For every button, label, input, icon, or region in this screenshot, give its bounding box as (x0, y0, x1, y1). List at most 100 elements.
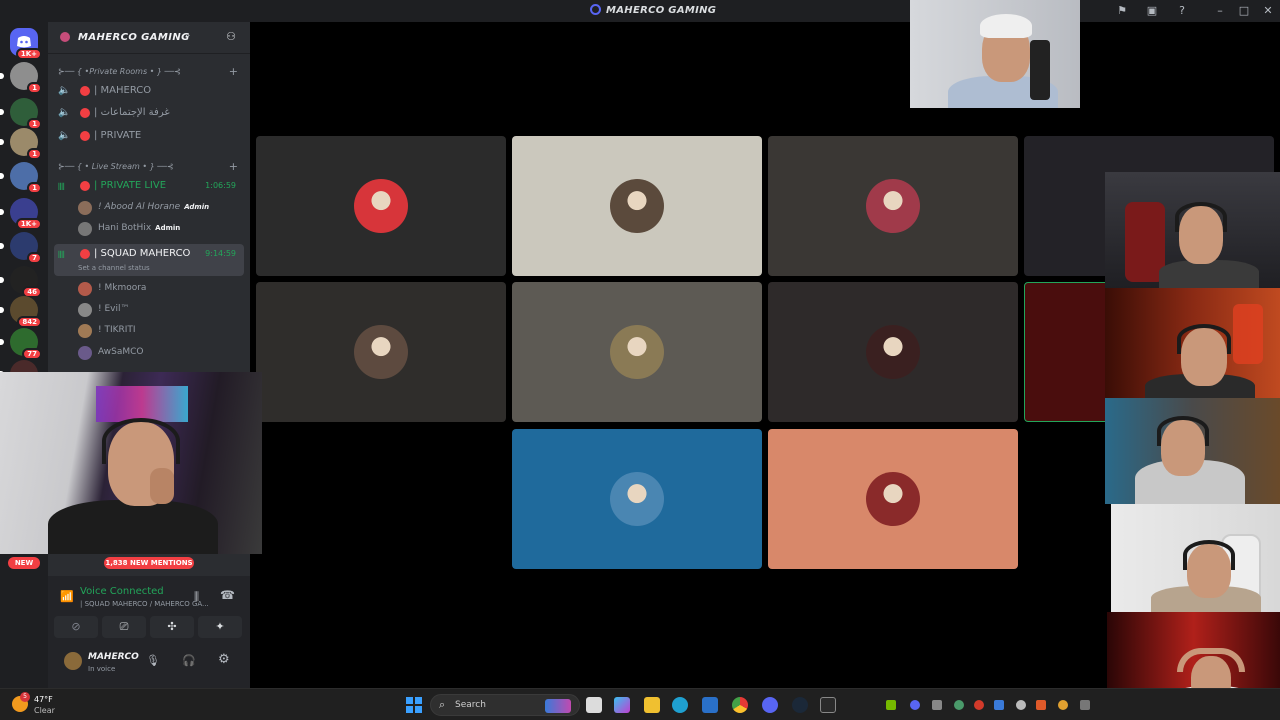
server-icon[interactable]: 1 (0, 162, 42, 194)
voice-channel-private-live[interactable]: 𝍬 | PRIVATE LIVE 1:06:59 (54, 176, 244, 196)
file-explorer-icon[interactable] (644, 697, 660, 713)
disconnect-icon[interactable]: ☎ (220, 588, 235, 602)
weather-temperature[interactable]: 47°F (34, 695, 53, 704)
participant-tile[interactable] (256, 282, 506, 422)
participant-tile[interactable] (256, 136, 506, 276)
unread-indicator (0, 109, 4, 115)
participant-tile[interactable] (768, 429, 1018, 569)
tray-icon[interactable] (1036, 700, 1046, 710)
tray-icon[interactable] (932, 700, 942, 710)
camera-button[interactable]: ⊘ (54, 616, 98, 638)
user-name: Hani BotHix (98, 223, 152, 233)
channel-status-input[interactable]: Set a channel status (78, 264, 150, 272)
server-icon[interactable]: 1 (0, 98, 42, 130)
mention-badge: 77 (22, 348, 42, 360)
tray-icon[interactable] (974, 700, 984, 710)
screen-icon[interactable]: ▣ (1144, 3, 1160, 19)
server-icon[interactable]: 1K+ (0, 198, 42, 230)
weather-condition[interactable]: Clear (34, 706, 55, 715)
server-icon[interactable]: 46 (0, 266, 42, 298)
task-view-icon[interactable] (586, 697, 602, 713)
tray-icon[interactable] (1058, 700, 1068, 710)
voice-user[interactable]: AwSaMCO (78, 344, 238, 362)
create-channel-icon[interactable]: + (229, 65, 238, 78)
participant-avatar (866, 472, 920, 526)
chrome-icon[interactable] (732, 697, 748, 713)
webcam-top (910, 0, 1080, 108)
weather-badge: 5 (20, 692, 30, 702)
participant-tile[interactable] (512, 136, 762, 276)
speaker-active-icon: 𝍬 (58, 250, 65, 261)
voice-channel-private[interactable]: 🔈 | PRIVATE (54, 126, 244, 146)
new-indicator[interactable]: NEW (8, 557, 40, 569)
server-rail: 1K+ 1 1 1 1 1K+ 7 46 842 77 (0, 22, 48, 688)
server-icon[interactable]: 77 (0, 328, 42, 360)
server-header[interactable]: MAHERCO GAMING ⌄ ⚇ (48, 22, 250, 54)
server-icon[interactable]: 1 (0, 62, 42, 94)
bluetooth-icon[interactable] (994, 700, 1004, 710)
participant-tile[interactable] (768, 136, 1018, 276)
user-name: ! Evil™ (98, 304, 130, 314)
new-mentions-pill[interactable]: 1,838 NEW MENTIONS (104, 557, 194, 569)
voice-channel-path[interactable]: | SQUAD MAHERCO / MAHERCO GA... (80, 600, 209, 608)
server-icon[interactable]: 842 (0, 296, 42, 328)
taskbar-search-input[interactable]: ⌕ Search (430, 694, 580, 716)
headphones-icon[interactable]: 🎧 (182, 654, 196, 667)
voice-channel-meetings[interactable]: 🔈 | غرفة الإجتماعات (54, 103, 244, 123)
participant-tile[interactable] (512, 429, 762, 569)
participant-tile[interactable] (768, 282, 1018, 422)
participant-avatar (354, 325, 408, 379)
tray-icon[interactable] (1016, 700, 1026, 710)
nvidia-tray-icon[interactable] (886, 700, 896, 710)
voice-user[interactable]: ! Mkmoora (78, 280, 238, 298)
microphone-icon[interactable]: 🎙 (146, 654, 160, 667)
steam-icon[interactable] (792, 697, 808, 713)
discord-taskbar-icon[interactable] (762, 697, 778, 713)
speaker-active-icon: 𝍬 (58, 182, 65, 193)
settings-gear-icon[interactable]: ⚙ (218, 652, 230, 667)
self-username[interactable]: MAHERCO (88, 652, 139, 662)
store-icon[interactable] (702, 697, 718, 713)
help-icon[interactable]: ? (1174, 3, 1190, 19)
window-title-text: MAHERCO GAMING (606, 5, 717, 16)
server-icon[interactable]: 1 (0, 128, 42, 160)
category-live-stream[interactable]: ⊱── { • Live Stream • } ──⊰ (58, 162, 174, 171)
edge-icon[interactable] (672, 697, 688, 713)
home-button[interactable]: 1K+ (10, 28, 42, 60)
copilot-icon[interactable] (614, 697, 630, 713)
tray-icon[interactable] (954, 700, 964, 710)
voice-connected-label[interactable]: Voice Connected (80, 586, 164, 597)
voice-channel-maherco[interactable]: 🔈 | MAHERCO (54, 81, 244, 101)
server-boost-icon (60, 32, 70, 42)
category-private-rooms[interactable]: ⊱── { •Private Rooms • } ──⊰ (58, 67, 181, 76)
epic-games-icon[interactable] (820, 697, 836, 713)
windows-start-icon[interactable] (406, 697, 422, 713)
self-avatar[interactable] (64, 652, 82, 670)
discord-tray-icon[interactable] (910, 700, 920, 710)
inbox-icon[interactable]: ⚑ (1114, 3, 1130, 19)
create-channel-icon[interactable]: + (229, 160, 238, 173)
chevron-down-icon[interactable]: ⌄ (184, 30, 192, 40)
speaker-muted-icon: 🔈 (58, 130, 71, 141)
participant-tile[interactable] (512, 282, 762, 422)
server-icon[interactable]: 7 (0, 232, 42, 264)
minimize-button[interactable]: – (1212, 3, 1228, 19)
voice-user[interactable]: ! TIKRITI (78, 322, 238, 340)
maximize-button[interactable]: □ (1236, 3, 1252, 19)
unread-indicator (0, 339, 4, 345)
search-highlight-icon (545, 699, 571, 713)
close-button[interactable]: ✕ (1260, 3, 1276, 19)
noise-suppression-icon[interactable]: ⫼ (194, 590, 199, 604)
tray-icon[interactable] (1080, 700, 1090, 710)
participant-avatar (866, 325, 920, 379)
voice-user[interactable]: ! Abood Al Horane Admin (78, 199, 238, 217)
home-badge: 1K+ (15, 48, 42, 60)
add-friend-icon[interactable]: ⚇ (226, 30, 236, 43)
search-icon: ⌕ (439, 698, 446, 711)
voice-user[interactable]: Hani BotHix Admin (78, 220, 238, 238)
activities-button[interactable]: ✣ (150, 616, 194, 638)
voice-channel-squad-maherco[interactable]: 𝍬 | SQUAD MAHERCO 9:14:59 Set a channel … (54, 244, 244, 276)
soundboard-button[interactable]: ✦ (198, 616, 242, 638)
voice-user[interactable]: ! Evil™ (78, 301, 238, 319)
screen-share-button[interactable]: ⎚ (102, 616, 146, 638)
